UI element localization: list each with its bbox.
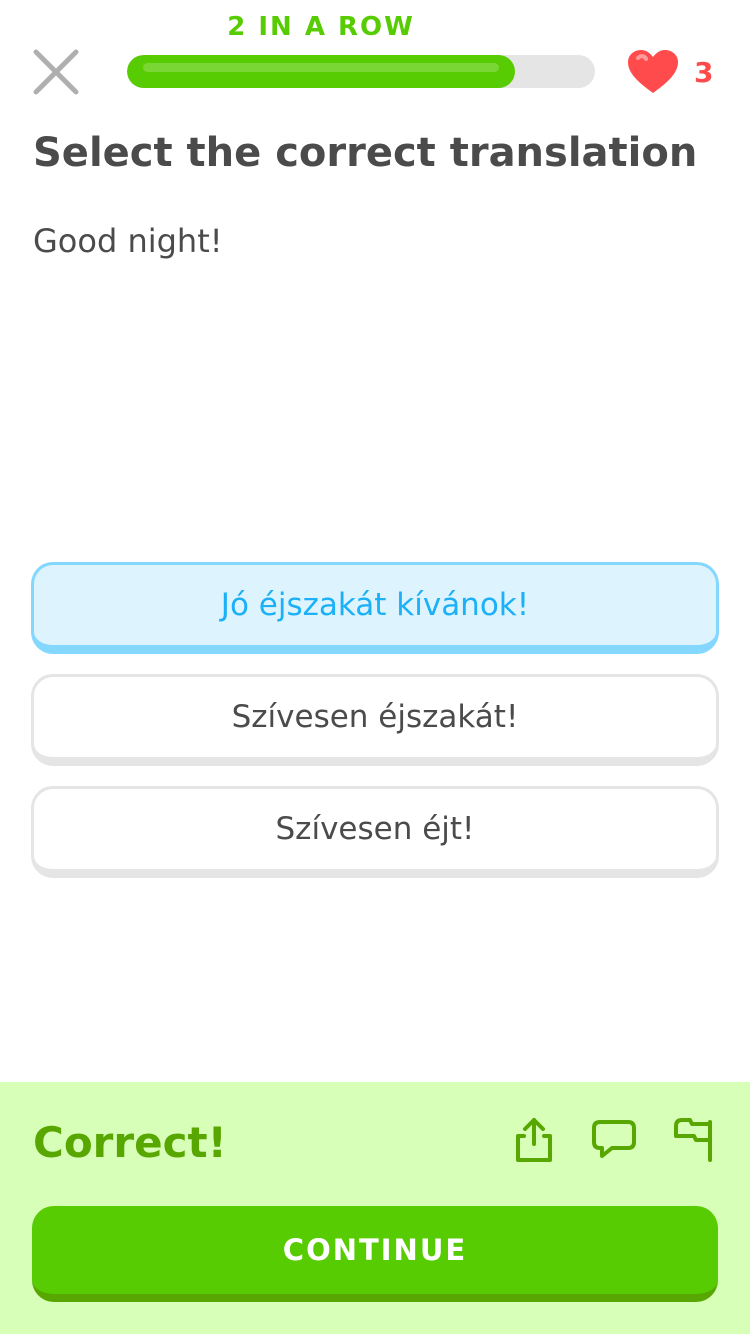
option-label: Jó éjszakát kívánok! (220, 587, 530, 623)
prompt-text: Good night! (33, 222, 223, 260)
progress-highlight (143, 63, 500, 72)
option-label: Szívesen éjszakát! (231, 699, 519, 735)
option-button-2[interactable]: Szívesen éjszakát! (31, 674, 719, 766)
feedback-panel: Correct! CONTINUE (0, 1082, 750, 1334)
option-button-1[interactable]: Jó éjszakát kívánok! (31, 562, 719, 654)
flag-icon[interactable] (670, 1116, 718, 1164)
option-label: Szívesen éjt! (275, 811, 475, 847)
comment-icon[interactable] (590, 1116, 638, 1164)
hearts-counter: 3 (626, 48, 713, 96)
progress-bar (127, 55, 595, 88)
page-title: Select the correct translation (33, 130, 698, 176)
continue-button[interactable]: CONTINUE (32, 1206, 718, 1302)
continue-label: CONTINUE (282, 1233, 468, 1267)
streak-label: 2 IN A ROW (227, 12, 415, 42)
share-icon[interactable] (510, 1116, 558, 1164)
heart-icon (626, 48, 680, 96)
feedback-title: Correct! (33, 1118, 227, 1167)
hearts-count: 3 (694, 55, 714, 89)
close-button[interactable] (28, 44, 84, 100)
close-icon (33, 49, 79, 95)
option-button-3[interactable]: Szívesen éjt! (31, 786, 719, 878)
